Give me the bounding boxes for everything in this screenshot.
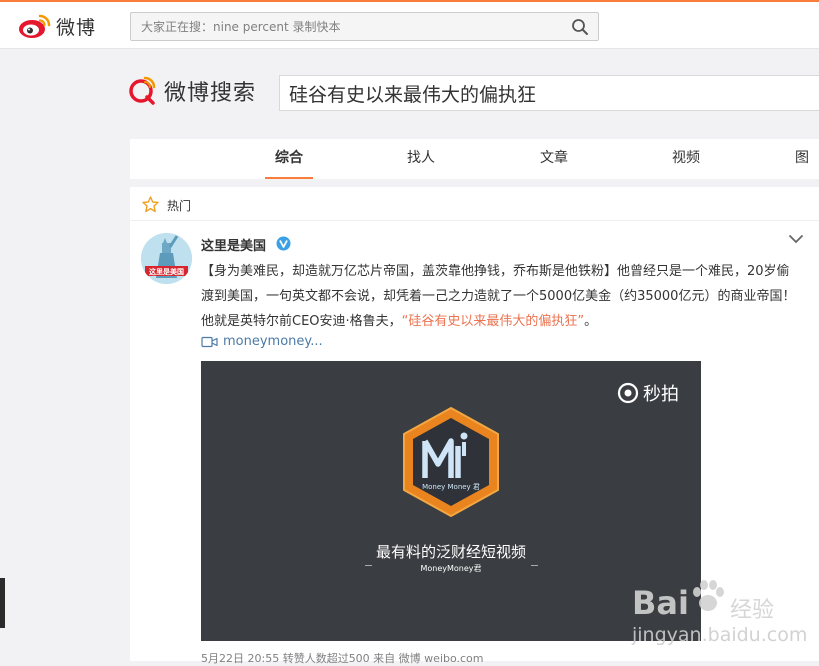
tab-comprehensive[interactable]: 综合 — [265, 139, 313, 179]
username[interactable]: 这里是美国 — [201, 235, 266, 254]
tab-videos[interactable]: 视频 — [662, 139, 710, 179]
avatar[interactable]: 这里是美国 — [141, 233, 192, 284]
avatar-caption: 这里是美国 — [149, 268, 184, 276]
moneymoney-hexagon-icon — [403, 407, 499, 517]
query-input[interactable] — [280, 76, 819, 110]
hot-header: 热门 — [130, 187, 819, 221]
video-camera-icon — [201, 336, 218, 347]
weibo-logo[interactable]: 微博 — [18, 8, 96, 44]
chevron-down-icon[interactable] — [787, 230, 805, 248]
miaopai-watermark: 秒拍 — [617, 380, 679, 406]
watermark-url: jingyan.baidu.com — [632, 624, 808, 646]
baidu-jingyan-watermark: Bai 经验 jingyan.baidu.com — [622, 572, 812, 654]
side-panel-edge — [0, 578, 5, 628]
moneymoney-logo: Money Money 君 — [398, 406, 504, 522]
search-q-icon — [129, 76, 156, 105]
result-tabs: 综合 找人 文章 视频 图 — [130, 139, 819, 179]
query-box — [279, 75, 819, 111]
search-icon[interactable] — [571, 18, 589, 36]
watermark-brand: Bai — [632, 584, 689, 622]
tab-articles[interactable]: 文章 — [530, 139, 578, 179]
global-search — [130, 12, 599, 41]
logo-caption: Money Money 君 — [422, 483, 480, 491]
search-brand-text: 微博搜索 — [164, 81, 257, 106]
video-link-text: moneymoney... — [223, 334, 323, 349]
weibo-search-logo[interactable]: 微博搜索 — [128, 75, 256, 107]
paw-icon — [693, 580, 724, 611]
post-meta: 5月22日 20:55 转赞人数超过500 来自 微博 weibo.com — [201, 652, 484, 665]
tab-images[interactable]: 图 — [795, 139, 819, 179]
post-text: 【身为美难民，却造就万亿芯片帝国，盖茨靠他挣钱，乔布斯是他铁粉】他曾经只是一个难… — [201, 259, 801, 334]
weibo-eye-icon — [19, 14, 51, 38]
brand-text: 微博 — [56, 16, 97, 39]
global-search-input[interactable] — [131, 13, 571, 40]
tab-people[interactable]: 找人 — [397, 139, 445, 179]
post-highlight-link[interactable]: “硅谷有史以来最伟大的偏执狂” — [402, 314, 584, 329]
post-text-end: 。 — [584, 314, 598, 329]
hot-label: 热门 — [167, 199, 192, 213]
miaopai-logo-icon — [617, 382, 639, 404]
watermark-jingyan: 经验 — [730, 598, 775, 623]
video-slogan: 最有料的泛财经短视频 — [375, 543, 526, 561]
star-icon — [142, 196, 159, 213]
video-link[interactable]: moneymoney... — [201, 334, 323, 349]
miaopai-text: 秒拍 — [643, 384, 679, 405]
top-bar: 微博 — [0, 0, 819, 49]
verified-badge-icon — [276, 236, 291, 251]
